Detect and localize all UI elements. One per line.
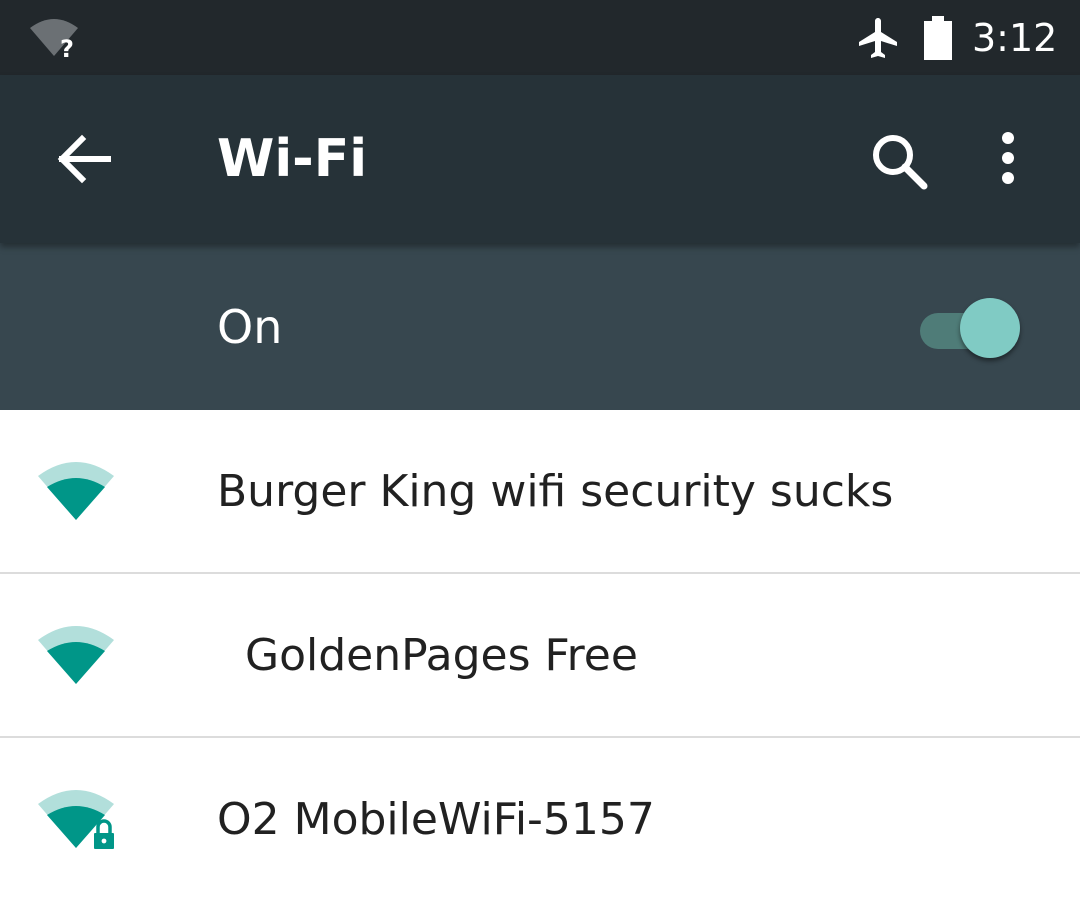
wifi-signal-icon bbox=[38, 458, 118, 528]
network-ssid: Burger King wifi security sucks bbox=[217, 466, 894, 517]
more-vert-icon[interactable] bbox=[992, 132, 1024, 190]
arrow-back-icon[interactable] bbox=[52, 132, 112, 190]
wifi-unknown-glyph: ? bbox=[60, 35, 74, 60]
app-bar: Wi-Fi bbox=[0, 75, 1080, 243]
airplane-mode-icon bbox=[855, 14, 903, 66]
wifi-signal-lock-icon bbox=[38, 786, 118, 856]
network-item[interactable]: Burger King wifi security sucks bbox=[0, 410, 1080, 574]
status-bar: ? 3:12 bbox=[0, 0, 1080, 75]
wifi-unknown-icon: ? bbox=[28, 16, 82, 64]
network-list: Burger King wifi security sucks GoldenPa… bbox=[0, 410, 1080, 900]
page-title: Wi-Fi bbox=[217, 129, 368, 189]
wifi-master-switch-bar[interactable]: On bbox=[0, 243, 1080, 410]
status-time: 3:12 bbox=[972, 16, 1058, 60]
battery-icon bbox=[922, 16, 954, 64]
network-item[interactable]: GoldenPages Free bbox=[0, 574, 1080, 738]
search-icon[interactable] bbox=[868, 131, 930, 195]
switch-label: On bbox=[217, 300, 283, 354]
wifi-toggle[interactable] bbox=[918, 295, 1024, 359]
network-ssid: O2 MobileWiFi-5157 bbox=[217, 794, 655, 845]
network-ssid: GoldenPages Free bbox=[217, 630, 638, 681]
lock-icon bbox=[92, 819, 116, 851]
network-item[interactable]: O2 MobileWiFi-5157 bbox=[0, 738, 1080, 900]
toggle-thumb bbox=[960, 298, 1020, 358]
wifi-signal-icon bbox=[38, 622, 118, 692]
